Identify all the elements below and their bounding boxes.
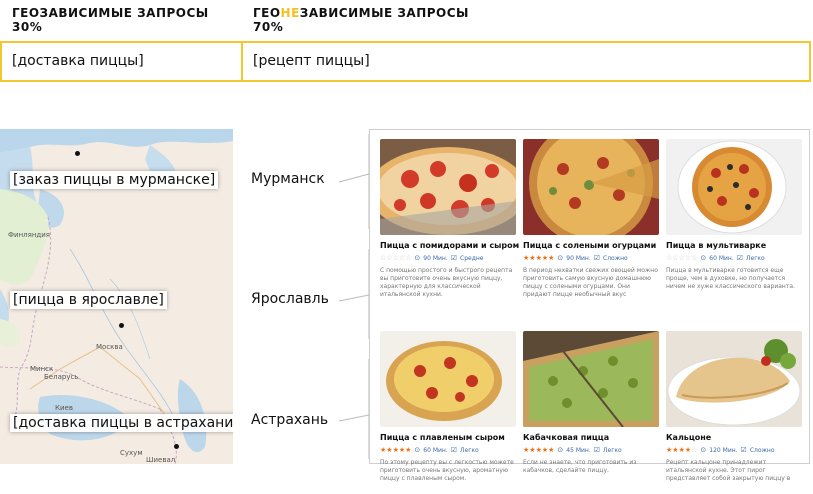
recipe-description: В период нехватки свежих овощей можно пр… — [523, 267, 658, 298]
map-tag-astrakhan: [доставка пиццы в астрахани] — [10, 414, 233, 432]
query-geoindependent: [рецепт пиццы] — [253, 53, 370, 69]
map-label-kiev: Киев — [55, 404, 73, 412]
connector-lines — [338, 134, 370, 459]
star-empty-icon: ☆ — [691, 254, 698, 262]
star-empty-icon: ☆ — [691, 446, 698, 454]
map-label-city: Шиевал — [146, 456, 176, 464]
recipe-title[interactable]: Пицца с помидорами и сыром — [380, 241, 519, 250]
recipe-card[interactable]: Пицца с плавленым сыром ★ ★ ★ ★ ★ ⊙ 60 Мин. ☑… — [380, 331, 516, 493]
recipe-image[interactable] — [666, 139, 802, 235]
checkbox-icon: ☑ — [450, 446, 458, 454]
recipe-meta: ★ ★ ★ ★ ☆ ⊙ 120 Мин. ☑ Сложно — [666, 446, 802, 454]
map-tag-murmansk: [заказ пиццы в мурманске] — [10, 171, 219, 189]
star-filled-icon: ★ — [548, 446, 555, 454]
query-geodependent: [доставка пиццы] — [2, 43, 243, 80]
recipe-title[interactable]: Пицца с солеными огурцами — [523, 241, 659, 250]
geoindependent-title-highlight: НЕ — [280, 6, 300, 20]
rating-stars: ☆ ☆ ☆ ☆ ☆ — [666, 254, 697, 262]
recipe-description: Если не знаете, что приготовить из кабач… — [523, 459, 637, 474]
checkbox-icon: ☑ — [740, 446, 747, 454]
rating-stars: ★ ★ ★ ★ ★ — [523, 254, 554, 262]
geodependent-percent: 30% — [12, 20, 43, 34]
geoindependent-percent: 70% — [253, 20, 284, 34]
checkbox-icon: ☑ — [593, 446, 601, 454]
recipe-description: Рецепт кальцоне принадлежит итальянской … — [666, 459, 791, 482]
recipe-description: С помощью простого и быстрого рецепта вы… — [380, 267, 513, 298]
recipe-time: 60 Мин. — [709, 254, 734, 262]
recipe-meta: ★ ★ ★ ★ ★ ⊙ 45 Мин. ☑ Легко — [523, 446, 659, 454]
clock-icon: ⊙ — [414, 446, 421, 454]
recipe-time: 90 Мин. — [566, 254, 591, 262]
map-label-belarus: Беларусь — [44, 373, 79, 381]
recipe-title[interactable]: Кабачковая пицца — [523, 433, 659, 442]
recipe-card[interactable]: Пицца с солеными огурцами ★ ★ ★ ★ ★ ⊙ 90 Мин.… — [523, 139, 659, 301]
clock-icon: ⊙ — [557, 446, 564, 454]
map-label-moscow: Москва — [96, 343, 123, 351]
geoindependent-title-post: ЗАВИСИМЫЕ ЗАПРОСЫ — [299, 6, 469, 20]
recipe-card[interactable]: Пицца с помидорами и сыром ☆ ☆ ☆ ☆ ☆ ⊙ 90 Мин… — [380, 139, 519, 301]
map-label-finland: Финляндия — [8, 231, 51, 239]
map-tag-yaroslavl: [пицца в ярославле] — [10, 291, 167, 309]
recipe-difficulty: Средне — [460, 254, 484, 262]
clock-icon: ⊙ — [700, 254, 707, 262]
recipe-results-panel: Пицца с помидорами и сыром ☆ ☆ ☆ ☆ ☆ ⊙ 90 Мин… — [369, 129, 810, 482]
map-label-minsk: Минск — [30, 365, 54, 373]
recipe-difficulty: Легко — [460, 446, 479, 454]
checkbox-icon: ☑ — [593, 254, 601, 262]
recipe-image[interactable] — [666, 331, 802, 427]
recipe-difficulty: Сложно — [603, 254, 628, 262]
recipe-image[interactable] — [380, 139, 516, 235]
geodependent-title: ГЕОЗАВИСИМЫЕ ЗАПРОСЫ — [12, 6, 209, 20]
city-label-murmansk: Мурманск — [251, 171, 325, 187]
city-label-astrakhan: Астрахань — [251, 412, 329, 428]
checkbox-icon: ☑ — [450, 254, 458, 262]
clock-icon: ⊙ — [557, 254, 564, 262]
murmansk-dot — [75, 151, 80, 156]
rating-stars: ★ ★ ★ ★ ☆ — [666, 446, 697, 454]
astrakhan-dot — [174, 444, 179, 449]
recipe-title[interactable]: Пицца в мультиварке — [666, 241, 802, 250]
recipe-description: По этому рецепту вы с легкостью можете п… — [380, 459, 514, 482]
rating-stars: ☆ ☆ ☆ ☆ ☆ — [380, 254, 411, 262]
recipe-title[interactable]: Пицца с плавленым сыром — [380, 433, 516, 442]
geodependent-header: ГЕОЗАВИСИМЫЕ ЗАПРОСЫ 30% — [12, 6, 209, 34]
recipe-time: 45 Мин. — [566, 446, 591, 454]
yaroslavl-dot — [119, 323, 124, 328]
recipe-meta: ☆ ☆ ☆ ☆ ☆ ⊙ 60 Мин. ☑ Легко — [666, 254, 802, 262]
map: Финляндия Москва Минск Беларусь Киев Сух… — [0, 129, 233, 464]
star-filled-icon: ★ — [548, 254, 555, 262]
recipe-time: 60 Мин. — [423, 446, 448, 454]
city-label-yaroslavl: Ярославль — [251, 291, 329, 307]
clock-icon: ⊙ — [700, 446, 707, 454]
recipe-meta: ★ ★ ★ ★ ★ ⊙ 90 Мин. ☑ Сложно — [523, 254, 659, 262]
checkbox-icon: ☑ — [736, 254, 744, 262]
rating-stars: ★ ★ ★ ★ ★ — [523, 446, 554, 454]
recipe-time: 120 Мин. — [709, 446, 738, 454]
recipe-card[interactable]: Кальцоне ★ ★ ★ ★ ☆ ⊙ 120 Мин. ☑ Сложно Рецепт … — [666, 331, 802, 493]
star-filled-icon: ★ — [405, 446, 412, 454]
map-label-sukhum: Сухум — [120, 449, 143, 457]
star-empty-icon: ☆ — [405, 254, 412, 262]
recipe-description: Пицца в мультиварке готовится еще проще,… — [666, 267, 795, 290]
rating-stars: ★ ★ ★ ★ ★ — [380, 446, 411, 454]
recipe-meta: ☆ ☆ ☆ ☆ ☆ ⊙ 90 Мин. ☑ Средне — [380, 254, 516, 262]
query-examples-box: [доставка пиццы] [рецепт пиццы] — [0, 41, 811, 82]
recipe-card[interactable]: Кабачковая пицца ★ ★ ★ ★ ★ ⊙ 45 Мин. ☑ Легко Е… — [523, 331, 659, 493]
recipe-title[interactable]: Кальцоне — [666, 433, 802, 442]
recipe-difficulty: Легко — [603, 446, 622, 454]
geoindependent-header: ГЕОНЕЗАВИСИМЫЕ ЗАПРОСЫ 70% — [253, 6, 469, 34]
geoindependent-title-pre: ГЕО — [253, 6, 281, 20]
recipe-image[interactable] — [523, 139, 659, 235]
recipe-meta: ★ ★ ★ ★ ★ ⊙ 60 Мин. ☑ Легко — [380, 446, 516, 454]
recipe-image[interactable] — [380, 331, 516, 427]
recipe-difficulty: Легко — [746, 254, 765, 262]
recipe-image[interactable] — [523, 331, 659, 427]
recipe-difficulty: Сложно — [749, 446, 775, 454]
recipe-card[interactable]: Пицца в мультиварке ☆ ☆ ☆ ☆ ☆ ⊙ 60 Мин. ☑ Легк… — [666, 139, 802, 301]
clock-icon: ⊙ — [414, 254, 421, 262]
recipe-time: 90 Мин. — [423, 254, 448, 262]
